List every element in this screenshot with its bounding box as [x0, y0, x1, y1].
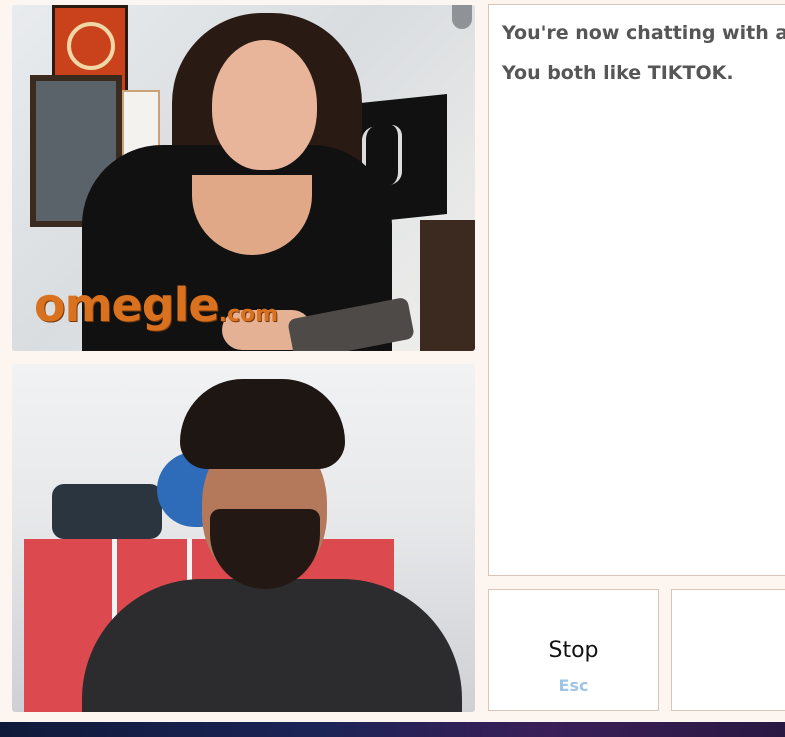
self-video — [12, 364, 475, 712]
common-interests-message: You both like TIKTOK. — [502, 62, 734, 84]
send-button[interactable] — [671, 589, 785, 711]
omegle-logo: omegle.com — [34, 278, 278, 332]
stop-button[interactable]: Stop Esc — [488, 589, 659, 711]
bag — [52, 484, 162, 539]
omegle-logo-main: omegle — [34, 278, 220, 332]
taskbar — [0, 722, 785, 737]
omegle-logo-suffix: .com — [218, 302, 279, 327]
ceiling-light — [452, 5, 472, 29]
shelf — [420, 220, 475, 351]
stranger-face — [212, 40, 317, 170]
status-message: You're now chatting with a random strang… — [502, 22, 785, 44]
stranger-video: omegle.com — [12, 5, 475, 351]
self-body — [82, 579, 462, 712]
chat-log[interactable]: You're now chatting with a random strang… — [488, 4, 785, 576]
stop-button-label: Stop — [548, 638, 599, 663]
stop-button-shortcut: Esc — [558, 676, 589, 695]
self-hair — [180, 379, 345, 469]
